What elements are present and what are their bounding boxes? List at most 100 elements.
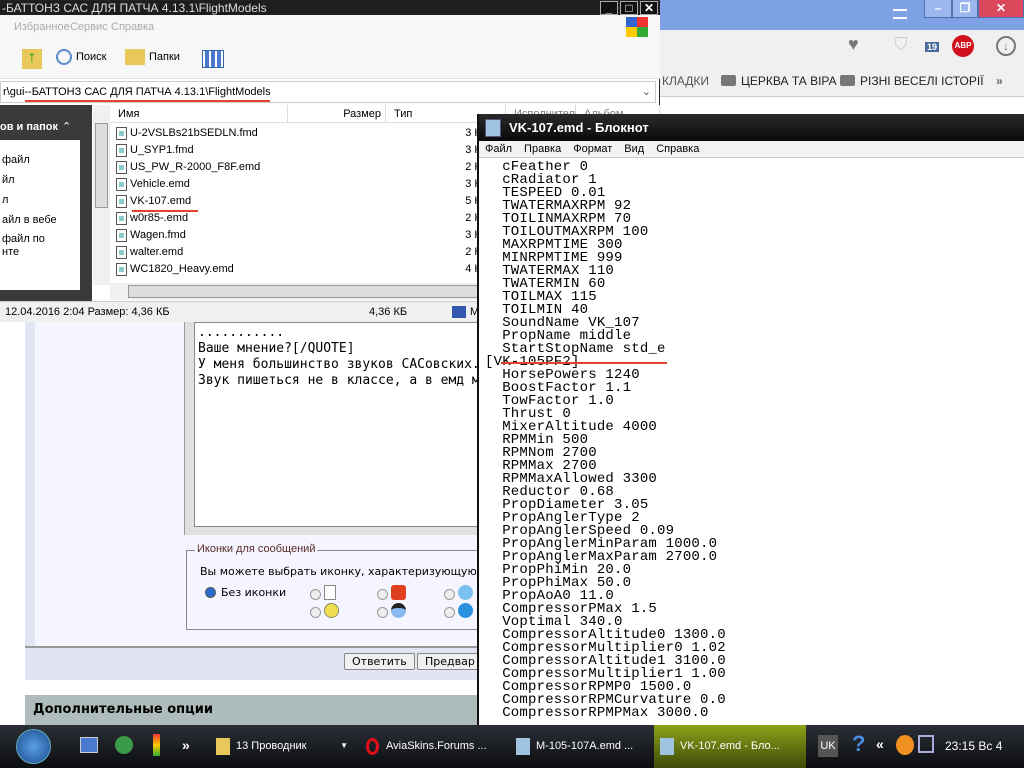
network-icon[interactable] xyxy=(918,735,934,753)
file-name: U-2VSLBs21bSEDLN.fmd xyxy=(130,127,258,139)
menu-view[interactable]: Вид xyxy=(624,143,644,155)
task-item-cont[interactable]: нте xyxy=(2,246,80,259)
bookmarks-more-button[interactable]: » xyxy=(996,74,1003,88)
start-button[interactable] xyxy=(16,729,51,764)
additional-options-header[interactable]: Дополнительные опции xyxy=(25,695,478,725)
file-size: 3 КБ xyxy=(465,178,488,190)
file-size: 4 КБ xyxy=(465,263,488,275)
notepad-text-area[interactable]: cFeather 0 cRadiator 1 TESPEED 0.01 TWAT… xyxy=(485,161,1024,725)
task-notepad-vk107[interactable]: VK-107.emd - Бло... xyxy=(654,725,806,768)
menu-tools[interactable]: Сервис xyxy=(70,21,108,33)
download-icon[interactable]: ↓ xyxy=(996,36,1016,56)
bookmark-item[interactable]: КЛАДКИ xyxy=(662,74,709,88)
bookmark-label: РІЗНІ ВЕСЕЛІ ІСТОРІЇ xyxy=(860,74,984,88)
taskbar: » 13 Проводник ▼ AviaSkins.Forums ... M-1… xyxy=(0,725,1024,768)
bookmark-folder[interactable]: РІЗНІ ВЕСЕЛІ ІСТОРІЇ xyxy=(840,74,984,88)
search-button[interactable]: Поиск xyxy=(56,49,106,65)
notepad-window: VK-107.emd - Блокнот Файл Правка Формат Вид… xyxy=(477,114,1024,725)
app-icon[interactable] xyxy=(153,734,160,756)
language-indicator[interactable]: UK xyxy=(818,735,838,757)
icon-option[interactable] xyxy=(310,585,337,603)
windows-logo xyxy=(626,17,648,37)
search-icon xyxy=(56,49,72,65)
menu-help[interactable]: Справка xyxy=(656,143,699,155)
explorer-menubar: Избранное Сервис Справка xyxy=(0,15,660,39)
close-button[interactable]: ✕ xyxy=(640,1,658,15)
vertical-scrollbar[interactable] xyxy=(93,105,110,285)
text-line: CompressorRPMPMax 3000.0 xyxy=(485,705,709,721)
restore-button[interactable]: ❐ xyxy=(952,0,978,18)
radio-selected[interactable] xyxy=(205,587,216,598)
minimize-button[interactable]: _ xyxy=(600,1,618,15)
menu-help[interactable]: Справка xyxy=(111,21,154,33)
task-explorer[interactable]: 13 Проводник ▼ xyxy=(210,731,350,761)
up-folder-icon[interactable]: ↑ xyxy=(22,49,42,69)
task-item[interactable]: йл xyxy=(2,170,80,190)
adblock-icon[interactable]: ABP xyxy=(952,35,974,57)
bookmark-label: ЦЕРКВА ТА ВІРА xyxy=(741,74,837,88)
icon-option[interactable] xyxy=(377,603,407,621)
collapse-icon[interactable]: ⌃ xyxy=(62,120,71,133)
text-line: У меня большинство звуков САСовских. xyxy=(198,357,479,372)
underline-annotation xyxy=(501,362,667,364)
folder-icon xyxy=(216,738,230,755)
task-notepad-m105[interactable]: M-105-107A.emd ... xyxy=(510,731,650,761)
folders-button[interactable]: Папки xyxy=(125,49,180,65)
menu-icon[interactable] xyxy=(893,9,907,19)
tray-expand[interactable]: « xyxy=(876,736,884,752)
address-bar[interactable]: r\gui--БАТТОНЗ САС ДЛЯ ПАТЧА 4.13.1\Flig… xyxy=(0,81,656,103)
file-icon xyxy=(116,144,127,157)
status-size: 4,36 КБ xyxy=(369,306,408,318)
task-opera[interactable]: AviaSkins.Forums ... xyxy=(360,731,500,761)
bookmark-folder[interactable]: ЦЕРКВА ТА ВІРА xyxy=(721,74,837,88)
task-item[interactable]: айл в вебе xyxy=(2,210,80,230)
menu-edit[interactable]: Правка xyxy=(524,143,561,155)
menu-format[interactable]: Формат xyxy=(573,143,612,155)
task-item[interactable]: л xyxy=(2,190,80,210)
maximize-button[interactable]: □ xyxy=(620,1,638,15)
shield-icon[interactable]: ⛉ xyxy=(894,34,908,55)
browser-toolbar: ♥ ⛉ 19 ABP ↓ xyxy=(660,30,1024,93)
browser-titlebar: – ❐ ✕ xyxy=(660,0,1024,30)
explorer-toolbar: ↑ Поиск Папки xyxy=(0,39,660,79)
globe-icon[interactable] xyxy=(115,736,133,754)
underline-annotation xyxy=(25,100,270,102)
notepad-icon xyxy=(516,738,530,755)
smile-icon xyxy=(324,603,340,618)
preview-button[interactable]: Предвар xyxy=(417,653,482,670)
wink-icon xyxy=(458,585,474,600)
task-item[interactable]: файл по xyxy=(2,233,80,246)
icon-option[interactable] xyxy=(377,585,407,603)
menu-file[interactable]: Файл xyxy=(485,143,512,155)
folders-label: Папки xyxy=(149,51,180,63)
no-icon-radio[interactable]: Без иконки xyxy=(205,586,286,599)
file-icon xyxy=(116,263,127,276)
message-textarea[interactable]: ........... Ваше мнение?[/QUOTE] У меня … xyxy=(194,322,479,527)
file-size: 3 КБ xyxy=(465,144,488,156)
menu-favorites[interactable]: Избранное xyxy=(14,21,70,33)
text-line: Ваше мнение?[/QUOTE] xyxy=(198,341,355,356)
heart-icon[interactable]: ♥ xyxy=(848,34,859,55)
icon-option[interactable] xyxy=(444,585,474,603)
reply-button[interactable]: Ответить xyxy=(344,653,415,670)
underline-annotation xyxy=(132,210,198,212)
column-name[interactable]: Имя xyxy=(110,105,288,123)
close-button[interactable]: ✕ xyxy=(978,0,1024,18)
icon-option[interactable] xyxy=(310,603,340,621)
task-item[interactable]: файл xyxy=(2,150,80,170)
extension-badge[interactable]: 19 xyxy=(925,42,940,52)
icon-option[interactable] xyxy=(444,603,474,621)
column-size[interactable]: Размер xyxy=(288,105,386,123)
chevron-down-icon[interactable]: ⌄ xyxy=(642,82,651,102)
file-size: 3 КБ xyxy=(465,229,488,241)
show-desktop-icon[interactable] xyxy=(80,737,98,753)
message-editor: ........... Ваше мнение?[/QUOTE] У меня … xyxy=(184,322,479,535)
avast-icon[interactable] xyxy=(896,735,914,755)
views-icon[interactable] xyxy=(202,50,224,68)
file-name: US_PW_R-2000_F8F.emd xyxy=(130,161,261,173)
minimize-button[interactable]: – xyxy=(924,0,952,18)
tasks-header[interactable]: ов и папок xyxy=(0,121,58,133)
clock[interactable]: 23:15 Вс 4 xyxy=(945,739,1002,753)
quicklaunch-more[interactable]: » xyxy=(182,737,190,753)
help-icon[interactable]: ? xyxy=(852,731,865,757)
